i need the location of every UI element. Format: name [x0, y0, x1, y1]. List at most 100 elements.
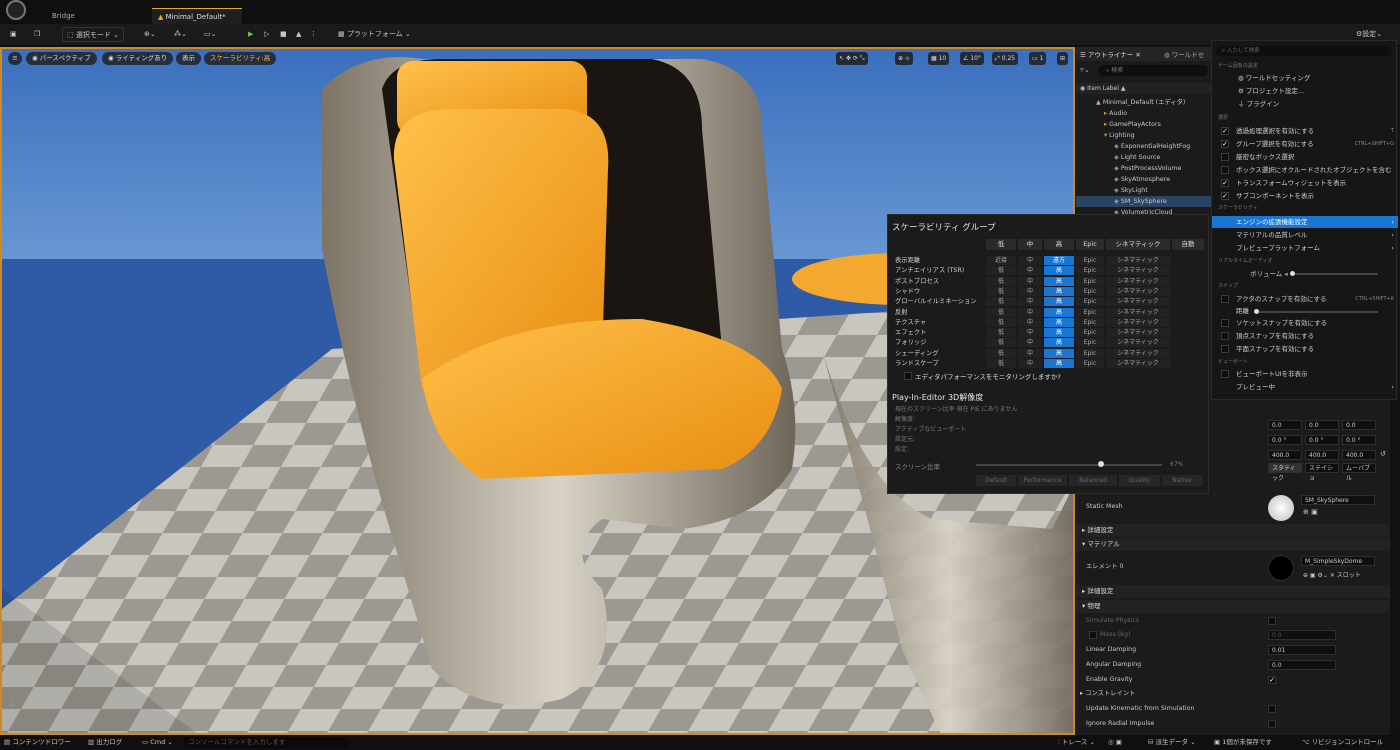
checkbox[interactable]: [1221, 332, 1229, 340]
preset-quality[interactable]: Quality: [1119, 475, 1160, 486]
reset-icon[interactable]: ↺: [1380, 450, 1386, 458]
scalability-option[interactable]: 高: [1044, 348, 1074, 358]
scalability-option[interactable]: 低: [986, 286, 1016, 296]
add-actor-icon[interactable]: ⊕⌄: [140, 27, 160, 42]
material-thumbnail[interactable]: [1268, 555, 1294, 581]
details-scrollbar[interactable]: [1390, 400, 1400, 735]
menu-select-option[interactable]: 厳密なボックス選択: [1212, 151, 1398, 163]
outliner-item[interactable]: ◈ ExponentialHeightFog: [1076, 141, 1211, 152]
trace-button[interactable]: ⫶ トレース ⌄: [1058, 735, 1095, 750]
scalability-option[interactable]: 高: [1044, 286, 1074, 296]
update-kinematic-checkbox[interactable]: [1268, 705, 1276, 713]
scalability-option[interactable]: Epic: [1076, 328, 1104, 338]
angle-snap-button[interactable]: ∠ 10°: [960, 52, 984, 65]
location-x[interactable]: 0.0: [1268, 420, 1302, 430]
ignore-radial-checkbox[interactable]: [1268, 720, 1276, 728]
tab-bridge[interactable]: Bridge: [46, 8, 81, 24]
scalability-option[interactable]: シネマティック: [1106, 266, 1170, 276]
menu-snap-plane[interactable]: 平面スナップを有効にする: [1212, 343, 1398, 355]
viewport-menu-icon[interactable]: ≡: [8, 52, 22, 65]
scalability-option[interactable]: 高: [1044, 307, 1074, 317]
advanced-section[interactable]: ▸ 詳細設定: [1076, 524, 1390, 537]
rotation-y[interactable]: 0.0 °: [1305, 435, 1339, 445]
revision-control-button[interactable]: ⌥ リビジョンコントロール: [1302, 735, 1383, 750]
preset-default[interactable]: Default: [976, 475, 1017, 486]
mobility-static[interactable]: スタティック: [1268, 463, 1302, 482]
outliner-item[interactable]: ◈ SkyAtmosphere: [1076, 174, 1211, 185]
play-options-icon[interactable]: ⋮: [306, 27, 321, 42]
screen-ratio-knob[interactable]: [1097, 461, 1104, 467]
distance-slider[interactable]: [1256, 311, 1378, 313]
unsaved-button[interactable]: ▣ 1個が未保存です: [1214, 735, 1272, 750]
distance-slider-knob[interactable]: [1254, 309, 1259, 314]
menu-world-settings[interactable]: ◍ ワールドセッティング: [1212, 72, 1398, 84]
tab-minimal-default[interactable]: ▲ Minimal_Default*: [152, 8, 242, 24]
scalability-option[interactable]: 高: [1044, 359, 1074, 368]
checkbox[interactable]: [1221, 345, 1229, 353]
header-auto[interactable]: 自動: [1172, 239, 1204, 250]
scalability-option[interactable]: 低: [986, 348, 1016, 358]
checkbox[interactable]: ✓: [1221, 140, 1229, 148]
scalability-option[interactable]: 高: [1044, 317, 1074, 327]
simulate-physics-checkbox[interactable]: [1268, 617, 1276, 625]
linear-damping-input[interactable]: 0.01: [1268, 645, 1336, 655]
scalability-option[interactable]: Epic: [1076, 276, 1104, 286]
mass-input[interactable]: 0.0: [1268, 630, 1336, 640]
menu-select-option[interactable]: ✓ トランスフォームウィジェットを表示: [1212, 177, 1398, 189]
menu-snap-actor[interactable]: アクタのスナップを有効にする CTRL+SHIFT+K: [1212, 293, 1398, 305]
checkbox[interactable]: ✓: [1221, 179, 1229, 187]
menu-select-option[interactable]: ✓ グループ選択を有効にする CTRL+SHIFT+G: [1212, 138, 1398, 150]
scalability-option[interactable]: 中: [1018, 266, 1042, 276]
browse-icon[interactable]: ⊕ ▣: [1303, 508, 1318, 516]
scalability-option[interactable]: 低: [986, 328, 1016, 338]
scalability-option[interactable]: 中: [1018, 317, 1042, 327]
show-button[interactable]: 表示: [176, 52, 201, 65]
scale-z[interactable]: 400.0: [1342, 450, 1376, 460]
static-mesh-thumbnail[interactable]: [1268, 495, 1294, 521]
scalability-option[interactable]: 低: [986, 266, 1016, 276]
scalability-option[interactable]: Epic: [1076, 256, 1104, 265]
select-mode-button[interactable]: ⬚ 選択モード ⌄: [62, 27, 124, 42]
checkbox[interactable]: [1221, 370, 1229, 378]
unreal-logo-icon[interactable]: [6, 0, 26, 20]
header-low[interactable]: 低: [986, 239, 1016, 250]
checkbox[interactable]: [1221, 166, 1229, 174]
menu-select-option[interactable]: ✓ サブコンポーネントを表示: [1212, 190, 1398, 202]
scalability-option[interactable]: 高: [1044, 338, 1074, 348]
volume-slider[interactable]: [1292, 273, 1378, 275]
browse-icon[interactable]: ⊕ ▣ ⚙⌄ ✕: [1303, 572, 1337, 579]
sequencer-icon[interactable]: ▭⌄: [200, 27, 220, 42]
outliner-item[interactable]: ◈ SM_SkySphere: [1076, 196, 1211, 207]
enable-gravity-checkbox[interactable]: ✓: [1268, 676, 1276, 684]
filter-icon[interactable]: ⫧⌄: [1080, 66, 1090, 75]
scalability-option[interactable]: 中: [1018, 348, 1042, 358]
scalability-option[interactable]: シネマティック: [1106, 317, 1170, 327]
scale-x[interactable]: 400.0: [1268, 450, 1302, 460]
scalability-option[interactable]: 中: [1018, 256, 1042, 265]
scalability-option[interactable]: 中: [1018, 338, 1042, 348]
menu-select-option[interactable]: ボックス選択にオクルードされたオブジェクトを含む: [1212, 164, 1398, 176]
outliner-search-input[interactable]: ⌕ 検索: [1098, 65, 1208, 76]
console-input[interactable]: コンソールコマンドを入力します: [184, 737, 348, 748]
outliner-item[interactable]: ◈ SkyLight: [1076, 185, 1211, 196]
scalability-option[interactable]: Epic: [1076, 286, 1104, 296]
scalability-option[interactable]: 高: [1044, 266, 1074, 276]
scalability-option[interactable]: Epic: [1076, 297, 1104, 307]
scalability-option[interactable]: 中: [1018, 307, 1042, 317]
menu-hide-viewport-ui[interactable]: ビューポートUIを非表示: [1212, 368, 1398, 380]
menu-search-input[interactable]: ⌕ 入力して検索: [1216, 46, 1392, 56]
materials-section[interactable]: ▾ マテリアル: [1076, 538, 1390, 551]
advanced-section-2[interactable]: ▸ 詳細設定: [1076, 585, 1390, 598]
play-icon[interactable]: ▶: [244, 27, 257, 42]
scalability-option[interactable]: Epic: [1076, 317, 1104, 327]
speaker-icon[interactable]: ◂: [1282, 270, 1287, 278]
lighting-mode-button[interactable]: ◉ ライティングあり: [102, 52, 174, 65]
menu-snap-socket[interactable]: ソケットスナップを有効にする: [1212, 317, 1398, 329]
scalability-option[interactable]: 低: [986, 276, 1016, 286]
scalability-option[interactable]: 中: [1018, 286, 1042, 296]
scalability-option[interactable]: Epic: [1076, 266, 1104, 276]
scalability-option[interactable]: 高: [1044, 276, 1074, 286]
scalability-option[interactable]: 中: [1018, 359, 1042, 368]
rotation-x[interactable]: 0.0 °: [1268, 435, 1302, 445]
perspective-button[interactable]: ◉ パースペクティブ: [26, 52, 97, 65]
